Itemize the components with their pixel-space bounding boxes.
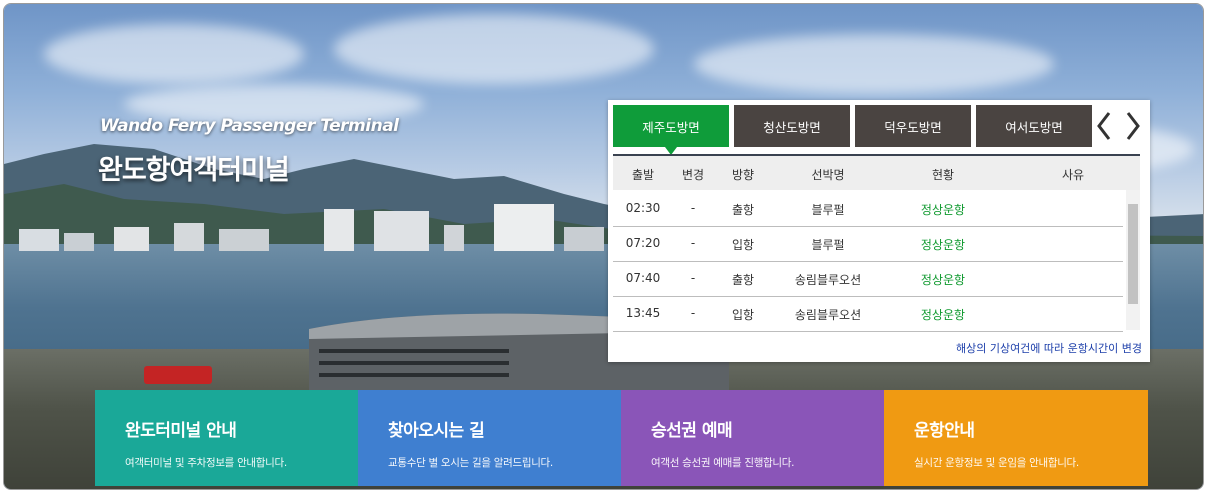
table-header: 출발 변경 방향 선박명 현황 사유 bbox=[613, 156, 1140, 190]
cell-status: 정상운항 bbox=[920, 273, 966, 287]
card-title: 완도터미널 안내 bbox=[125, 421, 237, 441]
tab-yeoseo[interactable]: 여서도방면 bbox=[976, 105, 1092, 147]
tab-cheongsan[interactable]: 청산도방면 bbox=[734, 105, 850, 147]
col-change: 변경 bbox=[681, 168, 705, 182]
col-reason: 사유 bbox=[1061, 168, 1085, 182]
table-row: 07:40 - 출항 송림블루오션 정상운항 bbox=[613, 261, 1123, 297]
card-title: 운항안내 bbox=[914, 421, 975, 441]
cell-status: 정상운항 bbox=[920, 238, 966, 252]
chevron-right-icon[interactable] bbox=[1124, 111, 1142, 141]
col-ship: 선박명 bbox=[811, 168, 845, 182]
card-title: 찾아오시는 길 bbox=[388, 421, 485, 441]
col-status: 현황 bbox=[931, 168, 955, 182]
cell-ship: 송림블루오션 bbox=[794, 308, 862, 322]
table-scrollbar[interactable] bbox=[1126, 190, 1140, 330]
cell-status: 정상운항 bbox=[920, 308, 966, 322]
tab-jeju[interactable]: 제주도방면 bbox=[613, 105, 729, 155]
card-title: 승선권 예매 bbox=[651, 421, 733, 441]
card-description: 여객선 승선권 예매를 진행합니다. bbox=[651, 457, 795, 469]
cell-change: - bbox=[690, 306, 696, 320]
col-direction: 방향 bbox=[731, 168, 755, 182]
card-description: 여객터미널 및 주차정보를 안내합니다. bbox=[125, 457, 287, 469]
table-row: 13:45 - 입항 송림블루오션 정상운항 bbox=[613, 296, 1123, 332]
cell-direction: 입항 bbox=[731, 238, 755, 252]
card-operation-info[interactable]: 운항안내 실시간 운항정보 및 운임을 안내합니다. bbox=[884, 390, 1148, 486]
table-row: 02:30 - 출항 블루펄 정상운항 bbox=[613, 191, 1123, 227]
cell-direction: 입항 bbox=[731, 308, 755, 322]
cell-change: - bbox=[690, 236, 696, 250]
card-description: 교통수단 별 오시는 길을 알려드립니다. bbox=[388, 457, 553, 469]
card-ticket-booking[interactable]: 승선권 예매 여객선 승선권 예매를 진행합니다. bbox=[621, 390, 885, 486]
schedule-table: 출발 변경 방향 선박명 현황 사유 02:30 - 출항 블루펄 정상운항 0… bbox=[613, 154, 1140, 332]
cell-direction: 출항 bbox=[731, 203, 755, 217]
cell-depart: 02:30 bbox=[625, 201, 661, 215]
tab-deogu[interactable]: 덕우도방면 bbox=[855, 105, 971, 147]
cell-ship: 블루펄 bbox=[811, 203, 845, 217]
terminal-name-korean: 완도항여객터미널 bbox=[98, 155, 290, 186]
cell-status: 정상운항 bbox=[920, 203, 966, 217]
cell-direction: 출항 bbox=[731, 273, 755, 287]
col-depart: 출발 bbox=[631, 168, 655, 182]
chevron-left-icon[interactable] bbox=[1095, 111, 1113, 141]
cell-ship: 송림블루오션 bbox=[794, 273, 862, 287]
ferry-schedule-panel: 제주도방면 청산도방면 덕우도방면 여서도방면 출발 변경 방향 선박명 현황 … bbox=[608, 100, 1150, 362]
cell-depart: 07:20 bbox=[625, 236, 661, 250]
scrollbar-thumb[interactable] bbox=[1128, 204, 1138, 304]
cell-change: - bbox=[690, 271, 696, 285]
cell-depart: 13:45 bbox=[625, 306, 661, 320]
card-terminal-info[interactable]: 완도터미널 안내 여객터미널 및 주차정보를 안내합니다. bbox=[95, 390, 359, 486]
main-visual: Wando Ferry Passenger Terminal 완도항여객터미널 … bbox=[3, 3, 1204, 490]
cell-change: - bbox=[690, 201, 696, 215]
weather-notice: 해상의 기상여건에 따라 운항시간이 변경 bbox=[955, 342, 1142, 355]
terminal-name-english: Wando Ferry Passenger Terminal bbox=[100, 116, 399, 136]
cell-ship: 블루펄 bbox=[811, 238, 845, 252]
cell-depart: 07:40 bbox=[625, 271, 661, 285]
card-description: 실시간 운항정보 및 운임을 안내합니다. bbox=[914, 457, 1079, 469]
table-row: 07:20 - 입항 블루펄 정상운항 bbox=[613, 226, 1123, 262]
card-directions[interactable]: 찾아오시는 길 교통수단 별 오시는 길을 알려드립니다. bbox=[358, 390, 622, 486]
